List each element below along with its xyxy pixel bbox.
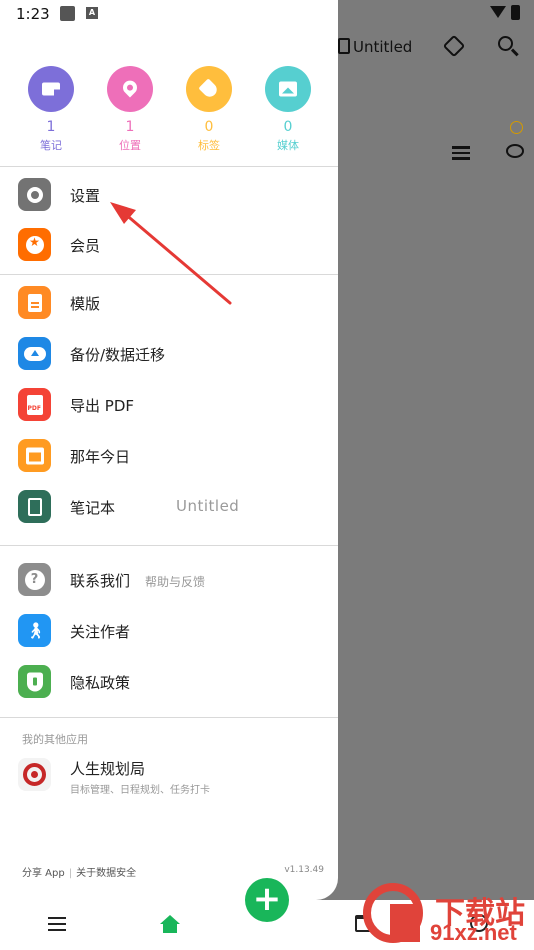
menu-item-follow-author[interactable]: 🚶︎ 关注作者 — [0, 609, 338, 655]
tag-icon — [198, 78, 220, 100]
membership-icon-box — [18, 228, 51, 261]
drawer-footer: 分享 App | 关于数据安全 — [22, 864, 136, 879]
stat-media[interactable]: 0 媒体 — [248, 66, 328, 153]
calendar-icon — [25, 447, 44, 464]
on-this-day-icon-box — [18, 439, 51, 472]
settings-icon-box — [18, 178, 51, 211]
stat-locations-count: 1 — [125, 119, 135, 135]
watermark-url: 91xz.net — [430, 920, 517, 945]
share-app-link[interactable]: 分享 App — [22, 868, 65, 879]
menu-label-settings: 设置 — [70, 187, 101, 205]
system-status-icons — [334, 0, 534, 30]
watermark-logo-icon — [363, 883, 423, 943]
stat-tags-circle — [186, 66, 232, 112]
menu-label-membership: 会员 — [70, 237, 101, 255]
status-time: 1:23 — [16, 5, 50, 23]
contact-icon-box: ? — [18, 563, 51, 596]
battery-icon — [511, 5, 520, 20]
background-notebook-title: Untitled — [353, 38, 413, 56]
stat-tags-label: 标签 — [198, 139, 220, 152]
help-icon: ? — [24, 569, 45, 590]
menu-item-notebook[interactable]: 笔记本 Untitled — [0, 485, 338, 531]
gear-icon — [26, 186, 43, 203]
divider — [0, 717, 338, 718]
footer-separator: | — [68, 868, 73, 879]
target-app-icon — [18, 758, 51, 791]
menu-label-follow-author: 关注作者 — [70, 623, 131, 641]
menu-label-backup: 备份/数据迁移 — [70, 346, 166, 364]
tag-icon — [442, 34, 466, 58]
stat-notes[interactable]: 1 笔记 — [11, 66, 91, 153]
data-security-link[interactable]: 关于数据安全 — [76, 868, 136, 879]
menu-label-notebook: 笔记本 — [70, 499, 116, 517]
notebook-icon — [27, 497, 42, 516]
stat-notes-label: 笔记 — [40, 139, 62, 152]
stats-row: 1 笔记 1 位置 0 标签 0 媒体 — [0, 66, 338, 166]
stat-media-label: 媒体 — [277, 139, 299, 152]
divider — [0, 166, 338, 167]
document-icon — [27, 293, 42, 312]
stat-locations[interactable]: 1 位置 — [90, 66, 170, 153]
notebook-icon — [338, 38, 350, 54]
stat-locations-circle — [107, 66, 153, 112]
templates-icon-box — [18, 286, 51, 319]
stat-tags-count: 0 — [204, 119, 214, 135]
wifi-icon — [490, 6, 506, 18]
menu-item-templates[interactable]: 模版 — [0, 281, 338, 327]
other-app-item[interactable]: 人生规划局 目标管理、日程规划、任务打卡 — [0, 752, 338, 798]
other-app-description: 目标管理、日程规划、任务打卡 — [70, 785, 210, 796]
stat-notes-count: 1 — [46, 119, 56, 135]
menu-label-export-pdf: 导出 PDF — [70, 397, 134, 415]
pdf-file-icon — [26, 394, 43, 415]
app-version: v1.13.49 — [284, 865, 324, 875]
stat-locations-label: 位置 — [119, 139, 141, 152]
divider — [0, 274, 338, 275]
stat-notes-circle — [28, 66, 74, 112]
add-note-button[interactable]: + — [245, 878, 289, 922]
image-icon — [279, 81, 297, 97]
menu-label-templates: 模版 — [70, 295, 101, 313]
note-icon — [42, 82, 60, 96]
divider — [0, 545, 338, 546]
navigation-drawer: 1:23 A 1 笔记 1 位置 0 标签 0 媒体 设置 ★ 会员 模版 备份… — [0, 0, 338, 900]
backup-icon-box — [18, 337, 51, 370]
search-icon — [498, 36, 513, 51]
menu-item-on-this-day[interactable]: 那年今日 — [0, 434, 338, 480]
app-notification-icon: A — [86, 7, 98, 19]
menu-icon[interactable] — [48, 917, 66, 935]
watermark: 下载站 91xz.net — [360, 880, 534, 950]
list-icon — [452, 146, 470, 163]
menu-label-on-this-day: 那年今日 — [70, 448, 131, 466]
menu-item-membership[interactable]: 会员 — [0, 223, 338, 269]
menu-item-privacy[interactable]: 隐私政策 — [0, 660, 338, 706]
other-apps-section-title: 我的其他应用 — [22, 733, 88, 746]
menu-label-contact: 联系我们 — [70, 572, 131, 590]
stat-media-count: 0 — [283, 119, 293, 135]
stat-tags[interactable]: 0 标签 — [169, 66, 249, 153]
menu-item-backup[interactable]: 备份/数据迁移 — [0, 332, 338, 378]
current-notebook-value: Untitled — [176, 497, 240, 515]
menu-sub-contact: 帮助与反馈 — [145, 575, 206, 589]
export-pdf-icon-box — [18, 388, 51, 421]
background-toolbar: Untitled — [338, 30, 534, 66]
smiley-icon — [510, 121, 523, 134]
follow-author-icon-box: 🚶︎ — [18, 614, 51, 647]
menu-item-settings[interactable]: 设置 — [0, 173, 338, 219]
comment-icon — [506, 144, 524, 158]
notification-icon — [60, 6, 75, 21]
location-pin-icon — [120, 77, 140, 98]
menu-item-export-pdf[interactable]: 导出 PDF — [0, 383, 338, 429]
cloud-upload-icon — [23, 346, 46, 361]
notebook-icon-box — [18, 490, 51, 523]
shield-icon — [26, 672, 43, 691]
home-icon[interactable] — [160, 915, 180, 933]
privacy-icon-box — [18, 665, 51, 698]
person-icon: 🚶︎ — [25, 620, 46, 640]
other-app-name: 人生规划局 — [70, 760, 146, 778]
menu-label-privacy: 隐私政策 — [70, 674, 131, 692]
star-badge-icon — [25, 235, 44, 254]
menu-item-contact[interactable]: ? 联系我们 帮助与反馈 — [0, 558, 338, 604]
stat-media-circle — [265, 66, 311, 112]
